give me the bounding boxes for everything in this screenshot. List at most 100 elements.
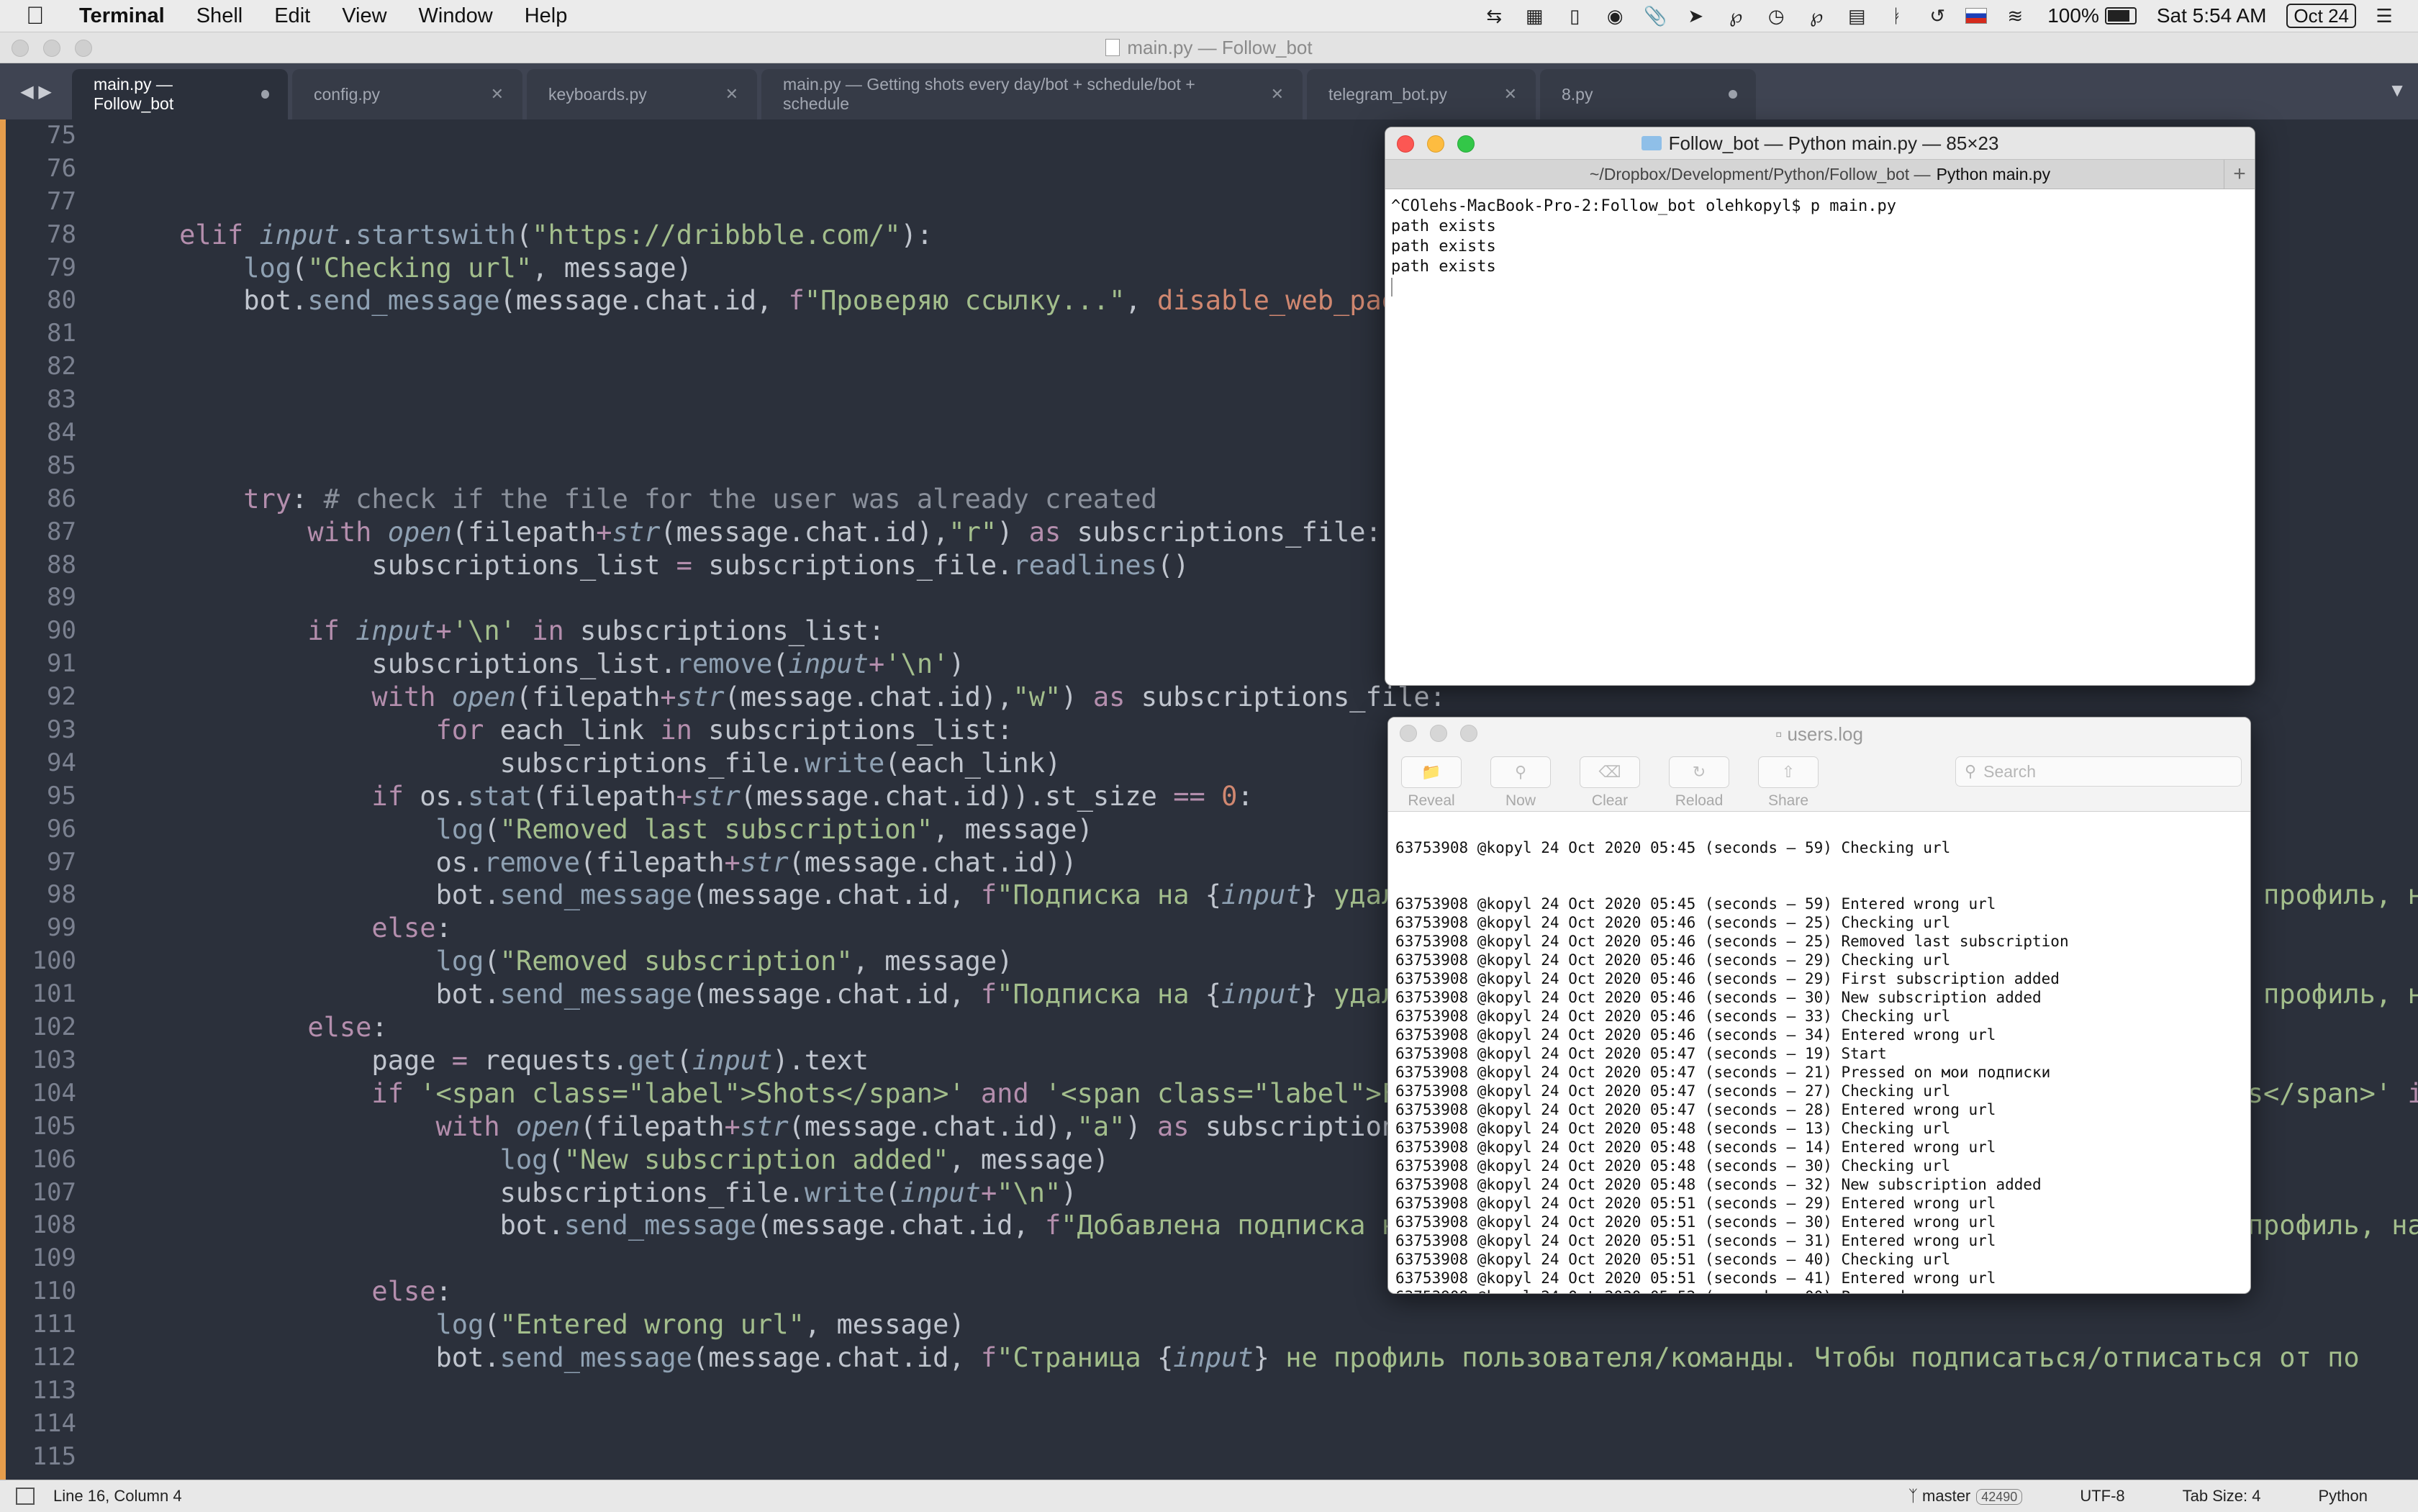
new-tab-plus-icon[interactable]: + xyxy=(2224,160,2255,189)
code-token: subscriptions_list. xyxy=(115,648,676,680)
tab-overflow-chevron-icon[interactable]: ▼ xyxy=(2388,79,2406,101)
close-tab-icon[interactable]: ✕ xyxy=(1504,85,1517,104)
code-token: send_message xyxy=(499,1341,692,1373)
brush-icon[interactable]: ℘ xyxy=(1724,5,1748,27)
code-token: and xyxy=(980,1077,1046,1109)
console-log-output[interactable]: 63753908 @kopyl 24 Oct 2020 05:45 (secon… xyxy=(1388,811,2250,1293)
code-line[interactable]: log("Entered wrong url", message) xyxy=(115,1308,2418,1341)
code-token: in xyxy=(532,615,581,647)
telegram-icon[interactable]: ➤ xyxy=(1683,5,1708,27)
code-line[interactable]: with open(filepath+str(message.chat.id),… xyxy=(115,681,2418,714)
menu-window[interactable]: Window xyxy=(419,4,493,28)
share-button[interactable]: ⇧ Share xyxy=(1754,756,1823,810)
tab-main-py-follow-bot[interactable]: main.py — Follow_bot xyxy=(72,69,288,119)
code-line[interactable] xyxy=(115,1408,2418,1441)
syntax-selector[interactable]: Python xyxy=(2319,1487,2368,1506)
menu-help[interactable]: Help xyxy=(525,4,568,28)
input-source-flag-icon[interactable] xyxy=(1965,8,1988,24)
close-window-button[interactable] xyxy=(1397,135,1414,153)
tab-config-py[interactable]: config.py ✕ xyxy=(292,69,522,119)
reload-button[interactable]: ↻ Reload xyxy=(1665,756,1734,810)
code-token: } xyxy=(1301,979,1334,1010)
code-token: with xyxy=(371,682,452,713)
tab-keyboards-py[interactable]: keyboards.py ✕ xyxy=(527,69,757,119)
menu-app-terminal[interactable]: Terminal xyxy=(79,4,165,28)
line-number: 103 xyxy=(32,1045,76,1074)
wifi-icon[interactable]: ≋ xyxy=(2003,5,2027,27)
close-tab-icon[interactable]: ✕ xyxy=(491,85,504,104)
line-number: 97 xyxy=(47,847,76,877)
tab-main-py-schedule[interactable]: main.py — Getting shots every day/bot + … xyxy=(761,69,1303,119)
code-token: ) xyxy=(1125,1110,1157,1142)
minimize-window-button[interactable] xyxy=(1427,135,1444,153)
toggle-panel-icon[interactable] xyxy=(16,1488,35,1505)
code-token: bot. xyxy=(115,285,308,317)
code-line[interactable] xyxy=(115,1441,2418,1474)
code-token: ( xyxy=(676,1044,692,1076)
terminal-window[interactable]: Follow_bot — Python main.py — 85×23 ~/Dr… xyxy=(1385,127,2255,686)
close-window-button[interactable] xyxy=(12,40,29,57)
terminal-output[interactable]: ^COlehs-MacBook-Pro-2:Follow_bot olehkop… xyxy=(1385,189,2255,304)
code-line[interactable]: bot.send_message(message.chat.id, f"Стра… xyxy=(115,1341,2418,1375)
line-number: 100 xyxy=(32,946,76,976)
console-search-field[interactable]: ⚲ Search xyxy=(1955,756,2242,787)
close-tab-icon[interactable]: ✕ xyxy=(725,85,738,104)
code-token: (message.chat.id, xyxy=(692,879,981,911)
line-number: 101 xyxy=(32,979,76,1009)
folder-icon: 📁 xyxy=(1401,756,1462,788)
code-token: "Checking url" xyxy=(307,252,533,284)
bluetooth-icon[interactable]: ᛓ xyxy=(1885,5,1909,27)
battery-icon[interactable] xyxy=(2104,7,2137,24)
photo-icon[interactable]: ▦ xyxy=(1522,5,1547,27)
time-machine-icon[interactable]: ↺ xyxy=(1925,5,1950,27)
git-branch[interactable]: ᛉ master 42490 xyxy=(1908,1487,2023,1506)
minimize-window-button[interactable] xyxy=(43,40,60,57)
code-token: log xyxy=(435,1309,484,1341)
console-title-text: users.log xyxy=(1787,723,1863,745)
status-right: ᛉ master 42490 UTF-8 Tab Size: 4 Python xyxy=(1908,1480,2418,1512)
reload-icon: ↻ xyxy=(1669,756,1729,788)
date-widget[interactable]: Oct 24 xyxy=(2286,4,2356,28)
code-token: "Добавлена подписка на xyxy=(1061,1210,1430,1241)
sd-card-icon[interactable]: ▯ xyxy=(1562,5,1587,27)
timer-icon[interactable]: ◷ xyxy=(1764,5,1788,27)
now-button[interactable]: ⚲ Now xyxy=(1486,756,1555,810)
leaf-icon[interactable]: ℘ xyxy=(1804,5,1829,27)
menu-edit[interactable]: Edit xyxy=(274,4,310,28)
code-line[interactable] xyxy=(115,1375,2418,1408)
code-token: open xyxy=(515,1110,581,1142)
menu-view[interactable]: View xyxy=(342,4,386,28)
close-tab-icon[interactable]: ✕ xyxy=(1271,85,1284,104)
tab-telegram-bot-py[interactable]: telegram_bot.py ✕ xyxy=(1307,69,1536,119)
line-number: 113 xyxy=(32,1375,76,1405)
zoom-window-button[interactable] xyxy=(1457,135,1475,153)
tab-8-py[interactable]: 8.py xyxy=(1540,69,1756,119)
line-number: 84 xyxy=(47,418,76,448)
unsaved-dot-icon[interactable] xyxy=(261,90,269,99)
log-line: 63753908 @kopyl 24 Oct 2020 05:46 (secon… xyxy=(1395,933,2069,950)
tab-size-selector[interactable]: Tab Size: 4 xyxy=(2183,1487,2261,1506)
notification-center-icon[interactable]: ☰ xyxy=(2372,5,2396,27)
zoom-window-button[interactable] xyxy=(75,40,92,57)
clear-button[interactable]: ⌫ Clear xyxy=(1575,756,1644,810)
tab-nav-arrows[interactable]: ◀ ▶ xyxy=(0,63,72,119)
log-line: 63753908 @kopyl 24 Oct 2020 05:48 (secon… xyxy=(1395,1157,1951,1174)
console-window[interactable]: ▫ users.log 📁 Reveal ⚲ Now ⌫ Clear ↻ Reload … xyxy=(1387,717,2251,1294)
menu-shell[interactable]: Shell xyxy=(196,4,243,28)
terminal-tab[interactable]: ~/Dropbox/Development/Python/Follow_bot … xyxy=(1385,159,2255,189)
reveal-button[interactable]: 📁 Reveal xyxy=(1397,756,1466,810)
paperclip-icon[interactable]: 📎 xyxy=(1643,5,1667,27)
code-token: "https://dribbble.com/" xyxy=(532,219,901,250)
clipboard-icon[interactable]: ▤ xyxy=(1844,5,1869,27)
terminal-title: Follow_bot — Python main.py — 85×23 xyxy=(1668,132,1999,154)
clock[interactable]: Sat 5:54 AM xyxy=(2157,4,2267,27)
disk-icon[interactable]: ◉ xyxy=(1603,5,1627,27)
unsaved-dot-icon[interactable] xyxy=(1729,90,1737,99)
encoding-selector[interactable]: UTF-8 xyxy=(2080,1487,2124,1506)
apple-menu-icon[interactable]:  xyxy=(26,2,55,30)
transfer-icon[interactable]: ⇆ xyxy=(1482,5,1506,27)
